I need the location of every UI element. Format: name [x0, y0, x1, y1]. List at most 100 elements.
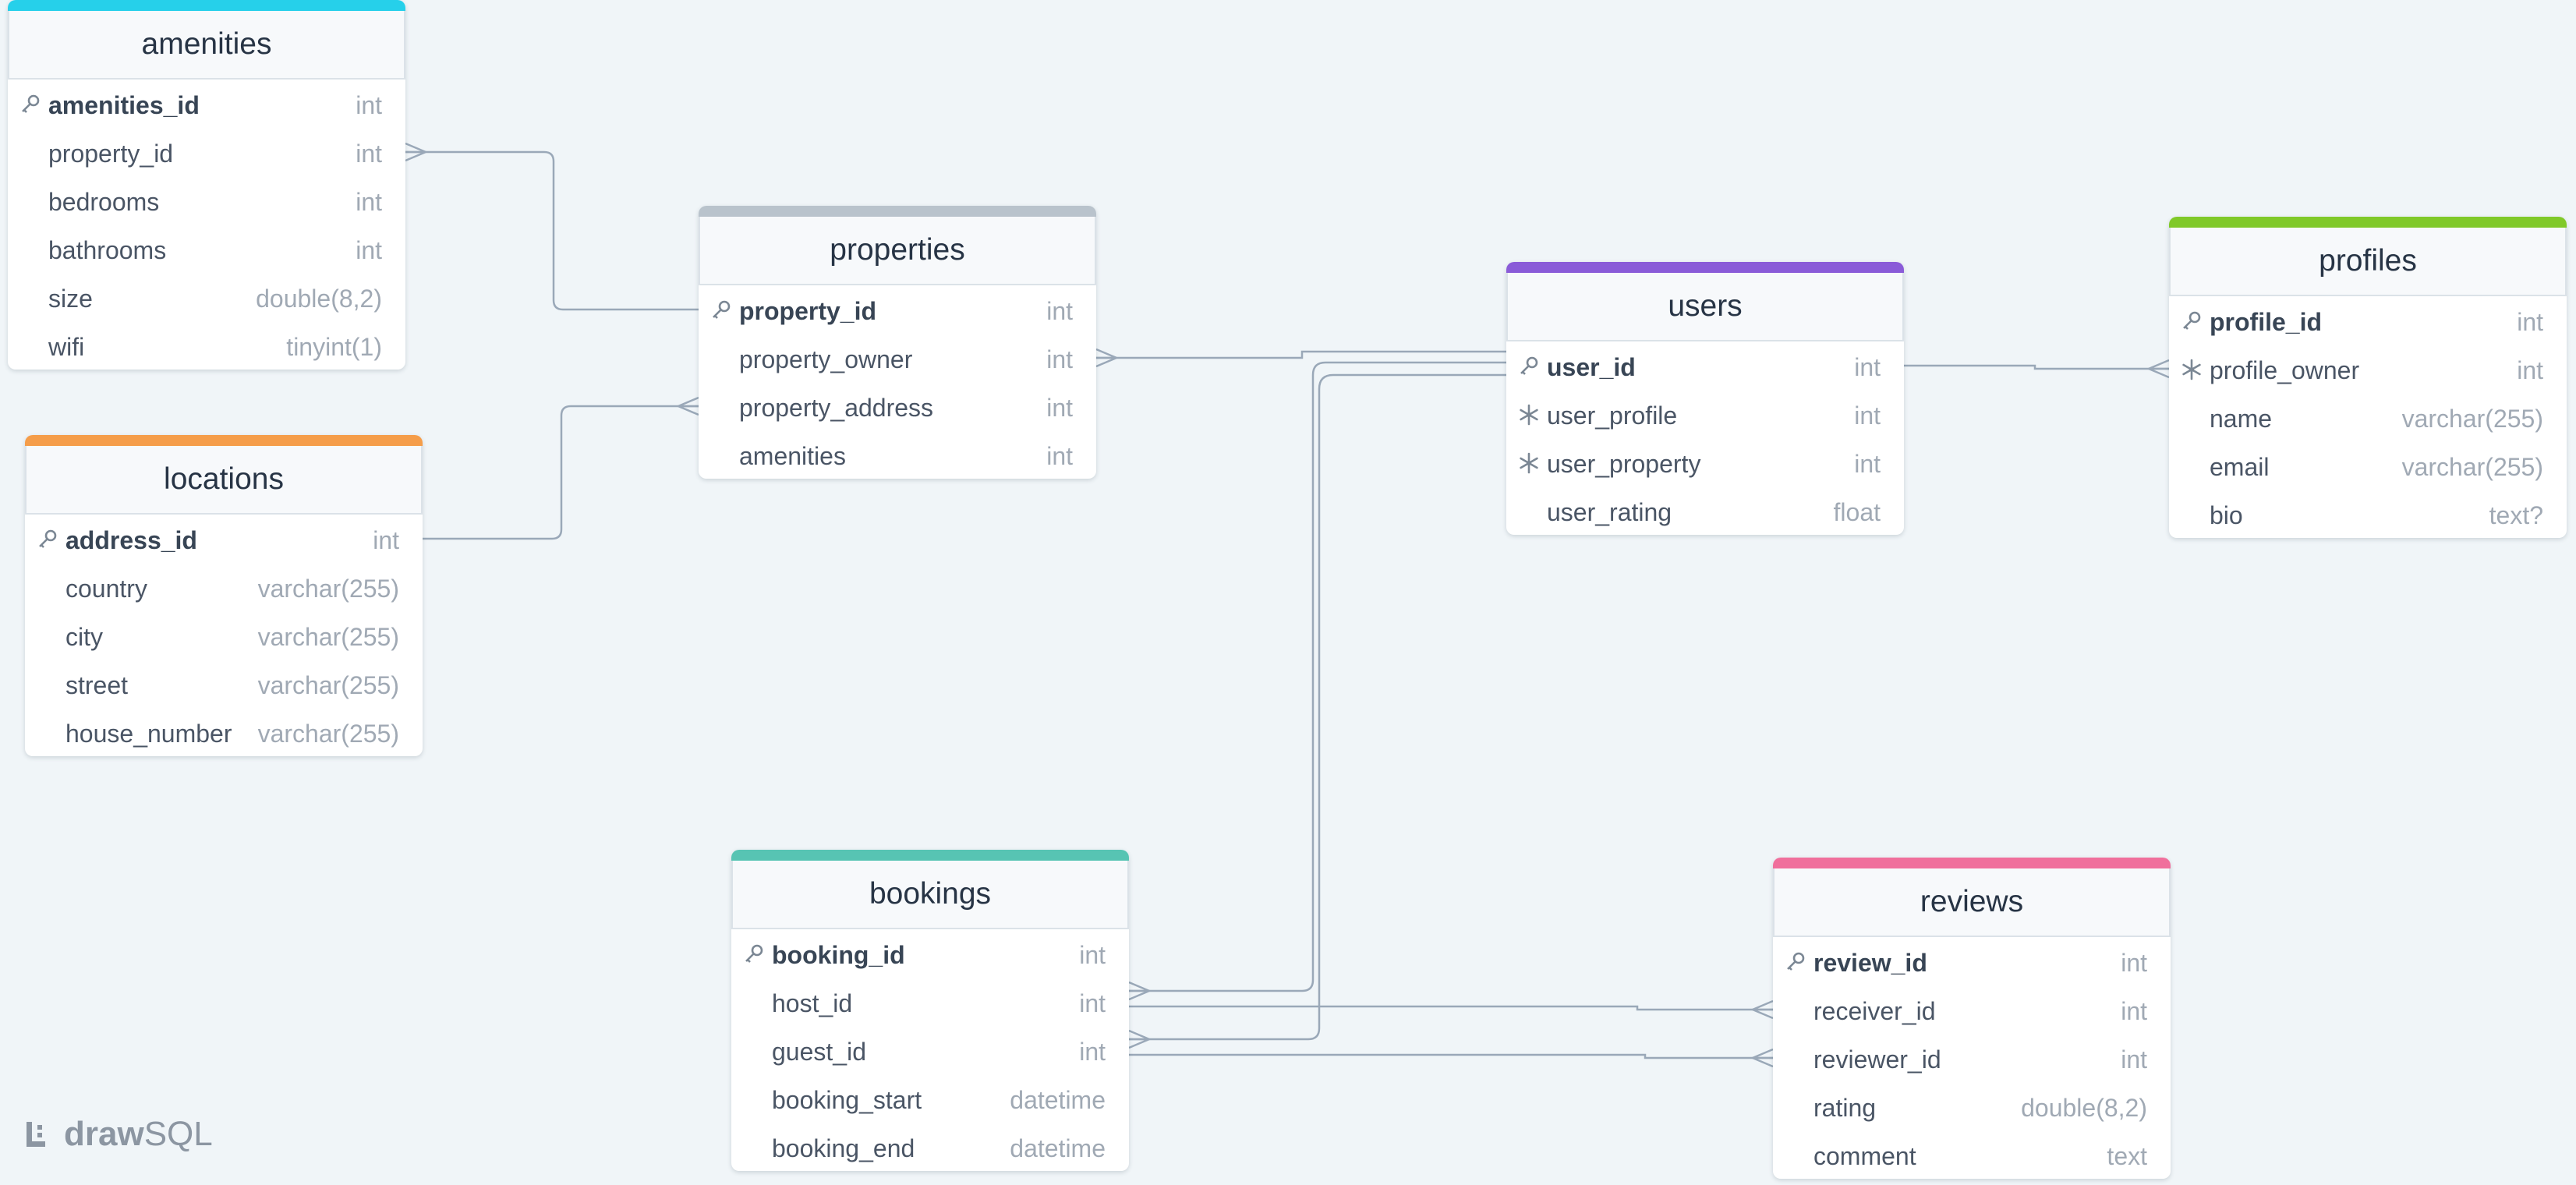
- table-amenities[interactable]: amenities amenities_id int property_id int be…: [8, 0, 405, 370]
- field-type: varchar(255): [2401, 405, 2543, 433]
- field-type: int: [1046, 394, 1073, 422]
- table-row[interactable]: amenities int: [699, 430, 1096, 479]
- key-icon: [742, 943, 766, 966]
- field-type: double(8,2): [2021, 1094, 2147, 1122]
- table-row[interactable]: profile_owner int: [2169, 345, 2567, 393]
- field-name: street: [65, 671, 129, 699]
- relation-line: [405, 150, 699, 311]
- table-row[interactable]: receiver_id int: [1773, 985, 2171, 1034]
- table-row[interactable]: size double(8,2): [8, 273, 405, 321]
- key-icon: [36, 528, 59, 551]
- field-type: varchar(255): [257, 575, 399, 603]
- field-name: comment: [1813, 1142, 1916, 1170]
- table-title[interactable]: bookings: [731, 861, 1129, 929]
- table-color-bar: [1773, 858, 2171, 868]
- field-type: int: [2517, 308, 2543, 336]
- field-name: reviewer_id: [1813, 1045, 1941, 1074]
- table-row[interactable]: country varchar(255): [25, 563, 423, 611]
- table-row[interactable]: property_id int: [699, 285, 1096, 334]
- table-row[interactable]: profile_id int: [2169, 296, 2567, 345]
- table-properties[interactable]: properties property_id int property_owner in…: [699, 206, 1096, 479]
- field-type: int: [1854, 353, 1881, 381]
- field-name: bedrooms: [48, 188, 160, 216]
- table-title[interactable]: properties: [699, 217, 1096, 285]
- table-profiles[interactable]: profiles profile_id int profile_owner int nam…: [2169, 217, 2567, 538]
- diagram-canvas[interactable]: amenities amenities_id int property_id int be…: [0, 0, 2576, 1185]
- field-type: int: [2517, 356, 2543, 384]
- field-name: review_id: [1813, 949, 1927, 977]
- relation-line: [1129, 373, 1506, 1041]
- table-title[interactable]: profiles: [2169, 228, 2567, 296]
- table-row[interactable]: user_property int: [1506, 438, 1904, 486]
- table-title[interactable]: locations: [25, 446, 423, 515]
- table-row[interactable]: bio text?: [2169, 490, 2567, 538]
- table-title[interactable]: reviews: [1773, 868, 2171, 937]
- field-name: user_rating: [1547, 498, 1672, 526]
- table-row[interactable]: booking_end datetime: [731, 1123, 1129, 1171]
- table-row[interactable]: review_id int: [1773, 937, 2171, 985]
- table-row[interactable]: property_id int: [8, 128, 405, 176]
- table-row[interactable]: rating double(8,2): [1773, 1082, 2171, 1130]
- field-type: datetime: [1010, 1134, 1106, 1162]
- key-icon: [709, 299, 733, 322]
- field-name: country: [65, 575, 147, 603]
- field-type: varchar(255): [257, 623, 399, 651]
- field-name: guest_id: [772, 1038, 866, 1066]
- table-reviews[interactable]: reviews review_id int receiver_id int reviewe…: [1773, 858, 2171, 1179]
- field-name: address_id: [65, 526, 197, 554]
- field-name: user_property: [1547, 450, 1701, 478]
- table-row[interactable]: booking_start datetime: [731, 1074, 1129, 1123]
- table-row[interactable]: comment text: [1773, 1130, 2171, 1179]
- table-row[interactable]: bathrooms int: [8, 225, 405, 273]
- field-type: int: [1854, 401, 1881, 430]
- crowfoot-marker: [1750, 999, 1774, 1020]
- snowflake-icon: [1517, 451, 1541, 475]
- field-type: datetime: [1010, 1086, 1106, 1114]
- table-row[interactable]: user_profile int: [1506, 390, 1904, 438]
- table-row[interactable]: house_number varchar(255): [25, 708, 423, 756]
- table-bookings[interactable]: bookings booking_id int host_id int guest_id i…: [731, 850, 1129, 1171]
- key-icon: [1784, 950, 1807, 974]
- field-name: user_id: [1547, 353, 1636, 381]
- table-row[interactable]: wifi tinyint(1): [8, 321, 405, 370]
- table-row[interactable]: booking_id int: [731, 929, 1129, 978]
- table-row[interactable]: name varchar(255): [2169, 393, 2567, 441]
- table-color-bar: [8, 0, 405, 11]
- table-row[interactable]: amenities_id int: [8, 80, 405, 128]
- table-title[interactable]: users: [1506, 273, 1904, 341]
- field-type: int: [356, 188, 382, 216]
- crowfoot-marker: [405, 142, 429, 162]
- field-type: int: [2121, 997, 2147, 1025]
- field-type: varchar(255): [257, 720, 399, 748]
- table-row[interactable]: property_address int: [699, 382, 1096, 430]
- table-row[interactable]: user_rating float: [1506, 486, 1904, 535]
- table-row[interactable]: email varchar(255): [2169, 441, 2567, 490]
- table-row[interactable]: bedrooms int: [8, 176, 405, 225]
- field-name: property_address: [739, 394, 934, 422]
- drawsql-logo-icon: [27, 1122, 45, 1147]
- field-name: host_id: [772, 989, 853, 1017]
- field-type: int: [1079, 989, 1106, 1017]
- field-name: email: [2210, 453, 2270, 481]
- table-row[interactable]: street varchar(255): [25, 660, 423, 708]
- logo-text-light: SQL: [143, 1115, 213, 1153]
- table-row[interactable]: host_id int: [731, 978, 1129, 1026]
- field-type: text: [2107, 1142, 2147, 1170]
- key-icon: [1517, 355, 1541, 378]
- drawsql-logo[interactable]: draw SQL: [23, 1115, 213, 1154]
- relation-line: [423, 405, 699, 540]
- table-row[interactable]: guest_id int: [731, 1026, 1129, 1074]
- table-row[interactable]: property_owner int: [699, 334, 1096, 382]
- table-row[interactable]: user_id int: [1506, 341, 1904, 390]
- table-title[interactable]: amenities: [8, 11, 405, 80]
- table-row[interactable]: address_id int: [25, 515, 423, 563]
- table-row[interactable]: city varchar(255): [25, 611, 423, 660]
- snowflake-icon: [2180, 358, 2203, 381]
- field-type: int: [356, 91, 382, 119]
- field-type: int: [356, 140, 382, 168]
- table-users[interactable]: users user_id int user_profile int user_prope…: [1506, 262, 1904, 535]
- field-name: amenities: [739, 442, 846, 470]
- table-row[interactable]: reviewer_id int: [1773, 1034, 2171, 1082]
- field-type: double(8,2): [256, 285, 382, 313]
- table-locations[interactable]: locations address_id int country varchar(255…: [25, 435, 423, 756]
